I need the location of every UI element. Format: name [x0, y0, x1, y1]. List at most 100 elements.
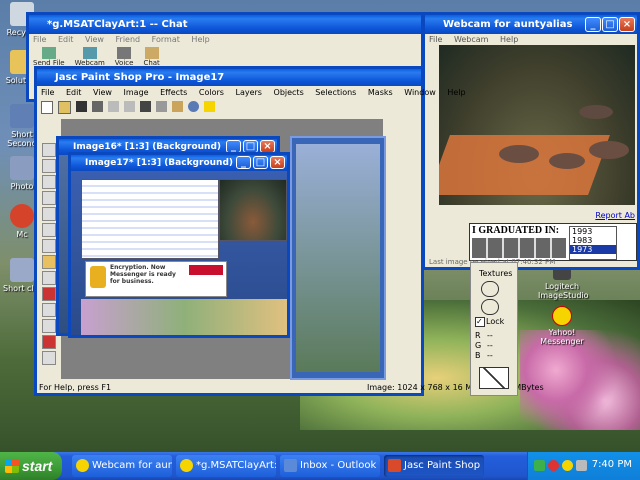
- tray-icon[interactable]: [534, 460, 545, 471]
- menu-item[interactable]: Help: [447, 88, 465, 97]
- texture-swatch-icon[interactable]: [481, 281, 499, 297]
- text-tool-icon[interactable]: [42, 319, 56, 333]
- maximize-button[interactable]: □: [253, 156, 268, 169]
- webcam-button[interactable]: Webcam: [75, 47, 105, 67]
- yahoo-notice-text: Encryption. Now Messenger is ready for b…: [110, 264, 176, 285]
- desktop-icon-label: Logitech ImageStudio: [538, 282, 589, 300]
- g-value: --: [487, 341, 493, 350]
- menu-item[interactable]: File: [41, 88, 54, 97]
- voice-icon: [117, 47, 132, 59]
- taskbar-button-webcam[interactable]: Webcam for auntyalias: [72, 455, 172, 477]
- paste-icon[interactable]: [172, 101, 183, 112]
- save-icon[interactable]: [76, 101, 87, 112]
- crop-tool-icon[interactable]: [42, 175, 56, 189]
- image16-title: Image16* [1:3] (Background): [73, 142, 221, 152]
- menu-item[interactable]: Edit: [66, 88, 82, 97]
- menu-item[interactable]: Webcam: [454, 35, 489, 44]
- ad-photos: [472, 238, 566, 258]
- open-icon[interactable]: [58, 101, 71, 114]
- voice-button[interactable]: Voice: [115, 47, 133, 67]
- menu-item[interactable]: Layers: [235, 88, 261, 97]
- lasso-tool-icon[interactable]: [42, 223, 56, 237]
- new-icon[interactable]: [41, 101, 53, 114]
- menu-item[interactable]: Image: [124, 88, 149, 97]
- dropper-tool-icon[interactable]: [42, 255, 56, 269]
- menu-item[interactable]: File: [429, 35, 442, 44]
- psp-toolbar: [41, 101, 371, 115]
- clock[interactable]: 7:40 PM: [592, 459, 632, 470]
- chat-titlebar[interactable]: *g.MSATClayArt:1 -- Chat: [29, 15, 421, 34]
- menu-item[interactable]: Edit: [58, 35, 74, 44]
- ad-year-list[interactable]: 1993 1983 1973: [569, 226, 617, 260]
- menu-item[interactable]: View: [85, 35, 104, 44]
- webcam-clay-leaf: [589, 141, 629, 159]
- zoom-icon[interactable]: [188, 101, 199, 112]
- menu-item[interactable]: Masks: [368, 88, 393, 97]
- ad-year-option[interactable]: 1973: [570, 245, 616, 254]
- print-icon[interactable]: [92, 101, 103, 112]
- close-button[interactable]: ×: [619, 17, 635, 32]
- arrow-tool-icon[interactable]: [42, 143, 56, 157]
- webcam-titlebar[interactable]: Webcam for auntyalias _ □ ×: [425, 15, 637, 34]
- brush-tool-icon[interactable]: [42, 271, 56, 285]
- chat-icon: [144, 47, 159, 59]
- report-abuse-link[interactable]: Report Ab: [595, 211, 635, 220]
- textures-label: Textures: [479, 269, 513, 278]
- wand-tool-icon[interactable]: [42, 239, 56, 253]
- clone-tool-icon[interactable]: [42, 287, 56, 301]
- start-button[interactable]: start: [0, 452, 62, 480]
- tray-icon[interactable]: [576, 460, 587, 471]
- redo-icon[interactable]: [124, 101, 135, 112]
- eraser-tool-icon[interactable]: [42, 335, 56, 349]
- taskbar-button-chat[interactable]: *g.MSATClayArt:1 -- ...: [176, 455, 276, 477]
- menu-item[interactable]: Objects: [274, 88, 304, 97]
- psp-titlebar[interactable]: Jasc Paint Shop Pro - Image17: [37, 69, 421, 86]
- b-label: B: [475, 351, 481, 360]
- help-icon[interactable]: [204, 101, 215, 112]
- minimize-button[interactable]: _: [236, 156, 251, 169]
- lock-checkbox[interactable]: ✓: [475, 317, 485, 327]
- shape-tool-icon[interactable]: [42, 351, 56, 365]
- minimize-button[interactable]: _: [585, 17, 601, 32]
- menu-item[interactable]: Help: [191, 35, 209, 44]
- menu-item[interactable]: Help: [500, 35, 518, 44]
- menu-item[interactable]: Selections: [315, 88, 356, 97]
- send-file-button[interactable]: Send File: [33, 47, 65, 67]
- fill-tool-icon[interactable]: [42, 303, 56, 317]
- chat-button[interactable]: Chat: [143, 47, 160, 67]
- webcam-status: Last image received at 07:40:32 PM: [429, 258, 556, 266]
- image17-window[interactable]: Image17* [1:3] (Background) _ □ × Encryp…: [68, 152, 290, 338]
- move-tool-icon[interactable]: [42, 191, 56, 205]
- desktop-icon-yahoo[interactable]: Yahoo! Messenger: [538, 306, 586, 346]
- ad-banner[interactable]: I GRADUATED IN: 1993 1983 1973: [469, 223, 637, 261]
- color-swatch[interactable]: [479, 367, 509, 389]
- tray-icon[interactable]: [548, 460, 559, 471]
- webcam-window[interactable]: Webcam for auntyalias _ □ × File Webcam …: [422, 12, 640, 270]
- menu-item[interactable]: View: [93, 88, 112, 97]
- image17-titlebar[interactable]: Image17* [1:3] (Background) _ □ ×: [71, 155, 287, 171]
- tray-icon[interactable]: [562, 460, 573, 471]
- ad-year-option[interactable]: 1983: [570, 236, 616, 245]
- menu-item[interactable]: Colors: [199, 88, 224, 97]
- menu-item[interactable]: Friend: [116, 35, 141, 44]
- menu-item[interactable]: File: [33, 35, 46, 44]
- ad-year-option[interactable]: 1993: [570, 227, 616, 236]
- lock-icon: [90, 266, 106, 288]
- start-label: start: [22, 458, 53, 474]
- undo-icon[interactable]: [108, 101, 119, 112]
- menu-item[interactable]: Effects: [160, 88, 187, 97]
- lock-label: Lock: [486, 317, 505, 326]
- taskbar-button-outlook[interactable]: Inbox - Outlook Express: [280, 455, 380, 477]
- menu-item[interactable]: Format: [152, 35, 180, 44]
- send-file-icon: [41, 47, 56, 59]
- close-button[interactable]: ×: [270, 156, 285, 169]
- zoom-tool-icon[interactable]: [42, 159, 56, 173]
- maximize-button[interactable]: □: [602, 17, 618, 32]
- copy-icon[interactable]: [156, 101, 167, 112]
- taskbar-button-psp[interactable]: Jasc Paint Shop Pro - ...: [384, 455, 484, 477]
- selection-tool-icon[interactable]: [42, 207, 56, 221]
- texture-swatch-icon[interactable]: [481, 299, 499, 315]
- cut-icon[interactable]: [140, 101, 151, 112]
- menu-item[interactable]: Window: [404, 88, 436, 97]
- webcam-clay-slab: [439, 135, 610, 195]
